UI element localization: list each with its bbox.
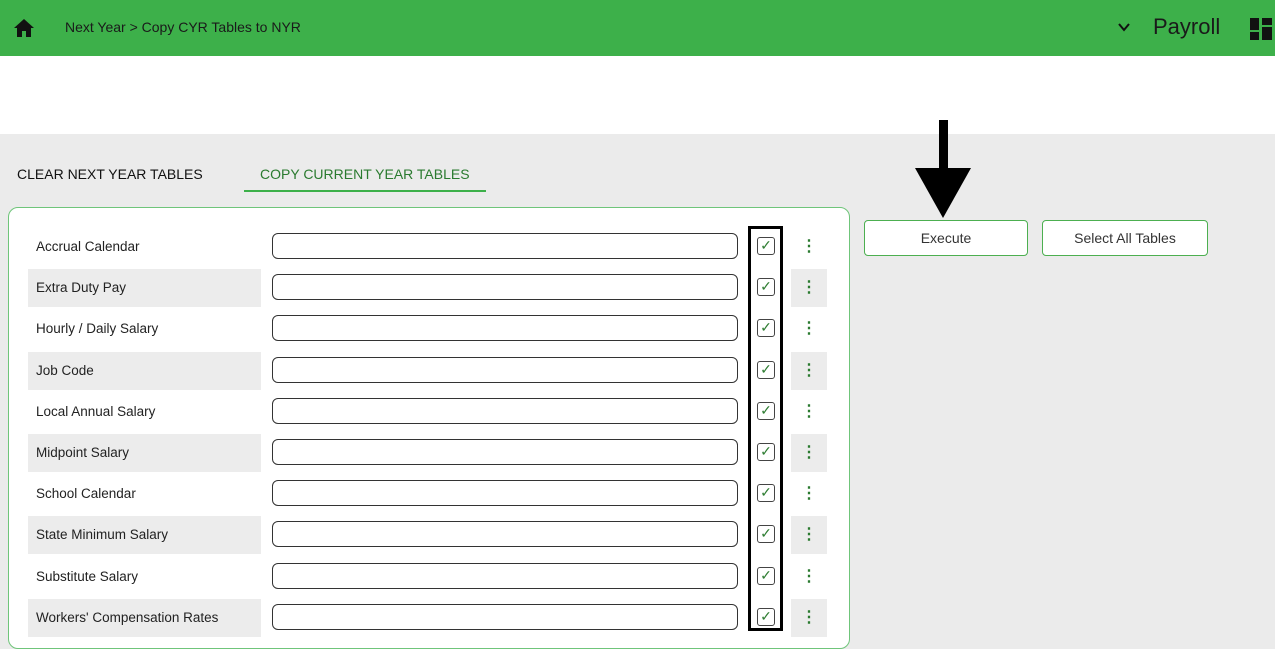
table-row-input[interactable]: [272, 233, 738, 259]
table-row-label: Substitute Salary: [36, 569, 139, 584]
table-row-label: Job Code: [28, 352, 261, 390]
top-bar: Next Year > Copy CYR Tables to NYR Payro…: [0, 0, 1275, 56]
tab-clear-next-year-tables[interactable]: CLEAR NEXT YEAR TABLES: [17, 166, 203, 190]
table-row: Extra Duty Pay ✓ ⋮: [28, 269, 828, 307]
more-options-icon[interactable]: ⋮: [791, 434, 827, 472]
table-row: Workers' Compensation Rates ✓ ⋮: [28, 599, 828, 637]
breadcrumb: Next Year > Copy CYR Tables to NYR: [65, 19, 301, 35]
select-all-tables-button[interactable]: Select All Tables: [1042, 220, 1208, 256]
more-options-icon[interactable]: ⋮: [791, 393, 827, 431]
table-row-input[interactable]: [272, 604, 738, 630]
table-row-input[interactable]: [272, 563, 738, 589]
table-row-input[interactable]: [272, 398, 738, 424]
tab-copy-current-year-tables[interactable]: COPY CURRENT YEAR TABLES: [244, 166, 486, 192]
more-options-icon[interactable]: ⋮: [791, 310, 827, 348]
table-row: Midpoint Salary ✓ ⋮: [28, 434, 828, 472]
more-options-icon[interactable]: ⋮: [791, 228, 827, 266]
table-row: School Calendar ✓ ⋮: [28, 475, 828, 513]
table-row-label: Midpoint Salary: [28, 434, 261, 472]
home-icon[interactable]: [13, 18, 35, 38]
table-row-input[interactable]: [272, 315, 738, 341]
table-row-input[interactable]: [272, 439, 738, 465]
app-name: Payroll: [1153, 14, 1221, 39]
execute-button[interactable]: Execute: [864, 220, 1028, 256]
more-options-icon[interactable]: ⋮: [791, 352, 827, 390]
table-row-label: Extra Duty Pay: [28, 269, 261, 307]
checkbox-column-highlight: [748, 226, 783, 631]
table-row: Job Code ✓ ⋮: [28, 352, 828, 390]
table-row-input[interactable]: [272, 357, 738, 383]
more-options-icon[interactable]: ⋮: [791, 558, 827, 596]
table-row: State Minimum Salary ✓ ⋮: [28, 516, 828, 554]
table-row-input[interactable]: [272, 274, 738, 300]
table-row: Local Annual Salary ✓ ⋮: [28, 393, 828, 431]
down-arrow-annotation: [915, 120, 971, 218]
apps-grid-icon[interactable]: [1250, 18, 1272, 40]
table-row: Substitute Salary ✓ ⋮: [28, 558, 828, 596]
more-options-icon[interactable]: ⋮: [791, 516, 827, 554]
table-row-label: Accrual Calendar: [36, 239, 140, 254]
table-row: Accrual Calendar ✓ ⋮: [28, 228, 828, 266]
table-row-label: State Minimum Salary: [28, 516, 261, 554]
table-row-input[interactable]: [272, 521, 738, 547]
table-row-label: Hourly / Daily Salary: [36, 321, 159, 336]
header-spacer: [0, 56, 1275, 134]
table-row-input[interactable]: [272, 480, 738, 506]
table-row: Hourly / Daily Salary ✓ ⋮: [28, 310, 828, 348]
table-row-label: School Calendar: [36, 486, 136, 501]
more-options-icon[interactable]: ⋮: [791, 599, 827, 637]
table-row-label: Local Annual Salary: [36, 404, 156, 419]
more-options-icon[interactable]: ⋮: [791, 475, 827, 513]
more-options-icon[interactable]: ⋮: [791, 269, 827, 307]
tables-panel: Accrual Calendar ✓ ⋮ Extra Duty Pay ✓ ⋮ Hourly…: [8, 207, 850, 649]
table-row-label: Workers' Compensation Rates: [28, 599, 261, 637]
chevron-down-icon[interactable]: [1117, 20, 1131, 34]
